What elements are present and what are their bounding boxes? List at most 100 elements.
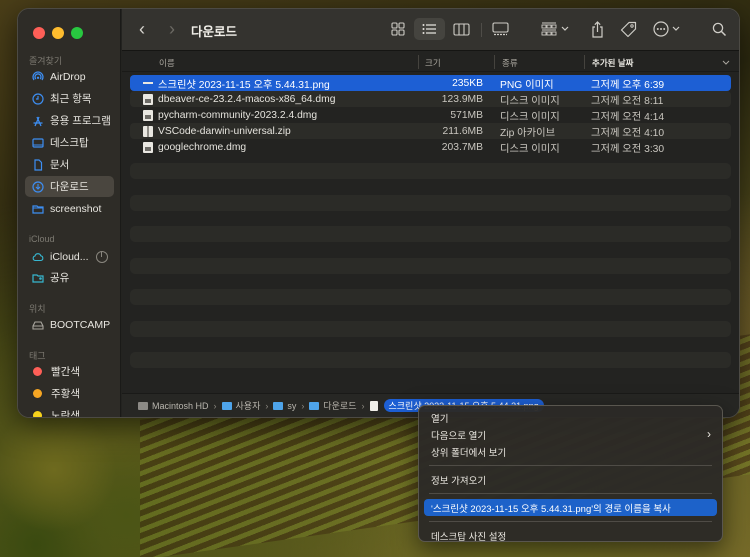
disk-image-icon — [143, 93, 153, 105]
sidebar-item-label: 응용 프로그램 — [50, 115, 111, 127]
sidebar-item-recents[interactable]: 최근 항목 — [25, 88, 114, 109]
menu-item-open[interactable]: 열기 — [424, 409, 717, 426]
menu-separator — [429, 493, 712, 494]
sidebar-item-label: 공유 — [50, 272, 70, 284]
empty-row — [130, 257, 731, 274]
column-size[interactable]: 크기 — [425, 57, 441, 69]
forward-button[interactable]: › — [169, 20, 185, 38]
file-name: googlechrome.dmg — [158, 141, 247, 153]
file-size: 123.9MB — [441, 93, 483, 105]
file-size: 571MB — [450, 109, 483, 121]
path-item-downloads[interactable]: 다운로드 — [309, 399, 357, 412]
back-button[interactable]: ‹ — [139, 20, 155, 38]
sidebar-item-label: iCloud... — [50, 250, 89, 263]
empty-row — [130, 289, 731, 305]
gallery-view-button[interactable] — [486, 18, 514, 40]
path-item-users[interactable]: 사용자 — [221, 399, 260, 412]
empty-row — [130, 352, 731, 368]
sidebar-item-downloads[interactable]: 다운로드 — [25, 176, 114, 197]
menu-item-label: '스크린샷 2023-11-15 오후 5.44.31.png'의 경로 이름을… — [431, 503, 671, 515]
file-date: 그저께 오전 3:30 — [591, 143, 665, 155]
sidebar-item-airdrop[interactable]: AirDrop — [25, 66, 114, 87]
menu-item-show-in-enclosing-folder[interactable]: 상위 폴더에서 보기 — [424, 443, 717, 460]
toolbar-divider — [481, 23, 482, 37]
menu-separator — [429, 521, 712, 522]
search-button[interactable] — [709, 18, 729, 40]
zoom-window-button[interactable] — [71, 27, 83, 39]
column-date-added[interactable]: 추가된 날짜 — [592, 57, 633, 69]
file-row[interactable]: googlechrome.dmg 203.7MB 디스크 이미지 그저께 오전 … — [130, 139, 731, 155]
path-chevron-icon: › — [265, 400, 269, 411]
menu-item-label: 다음으로 열기 — [431, 430, 487, 442]
cloud-icon — [32, 251, 44, 263]
sidebar-item-documents[interactable]: 문서 — [25, 154, 114, 175]
file-row[interactable]: VSCode-darwin-universal.zip 211.6MB Zip … — [130, 123, 731, 139]
path-item-label: 다운로드 — [323, 401, 357, 411]
tag-icon — [620, 21, 636, 37]
sidebar-item-label: 최근 항목 — [50, 93, 92, 105]
file-name: dbeaver-ce-23.2.4-macos-x86_64.dmg — [158, 93, 336, 105]
column-divider — [418, 55, 419, 69]
file-row[interactable]: 스크린샷 2023-11-15 오후 5.44.31.png 235KB PNG… — [130, 75, 731, 91]
sidebar-item-screenshot[interactable]: screenshot — [25, 198, 114, 219]
sidebar-item-tag-red[interactable]: 빨간색 — [25, 361, 114, 382]
column-divider — [494, 55, 495, 69]
search-icon — [712, 22, 726, 36]
sidebar-item-label: screenshot — [50, 202, 102, 215]
document-icon — [32, 158, 44, 171]
path-item-macintosh-hd[interactable]: Macintosh HD — [138, 401, 209, 411]
file-row[interactable]: dbeaver-ce-23.2.4-macos-x86_64.dmg 123.9… — [130, 91, 731, 107]
group-by-button[interactable] — [538, 18, 572, 40]
column-name[interactable]: 이름 — [159, 57, 175, 69]
window-controls — [33, 27, 83, 39]
file-name: pycharm-community-2023.2.4.dmg — [158, 109, 318, 121]
tag-yellow-dot-icon — [33, 411, 42, 417]
home-folder-icon — [273, 401, 284, 410]
more-actions-button[interactable] — [650, 18, 682, 40]
sidebar-item-icloud-drive[interactable]: iCloud... — [25, 246, 114, 267]
menu-item-get-info[interactable]: 정보 가져오기 — [424, 471, 717, 488]
file-name: VSCode-darwin-universal.zip — [158, 125, 291, 137]
share-button[interactable] — [587, 18, 607, 40]
sort-chevron-down-icon[interactable] — [722, 60, 730, 65]
sidebar-item-label: AirDrop — [50, 70, 86, 83]
airdrop-icon — [32, 70, 44, 83]
menu-item-set-desktop-picture[interactable]: 데스크탑 사진 설정 — [424, 527, 717, 544]
path-chevron-icon: › — [213, 400, 217, 411]
file-name: 스크린샷 2023-11-15 오후 5.44.31.png — [158, 79, 330, 91]
close-window-button[interactable] — [33, 27, 45, 39]
column-kind[interactable]: 종류 — [502, 57, 518, 69]
icloud-sync-progress-icon — [96, 250, 108, 263]
sidebar-item-shared[interactable]: 공유 — [25, 267, 114, 288]
sidebar-item-bootcamp[interactable]: BOOTCAMP — [25, 314, 114, 335]
sidebar-item-tag-orange[interactable]: 주황색 — [25, 383, 114, 404]
icon-view-button[interactable] — [386, 18, 410, 40]
sidebar-item-desktop[interactable]: 데스크탑 — [25, 132, 114, 153]
shared-folder-icon — [32, 272, 44, 284]
file-date: 그저께 오후 6:39 — [591, 79, 665, 91]
empty-row — [130, 320, 731, 337]
file-kind: PNG 이미지 — [500, 79, 554, 91]
menu-item-open-with[interactable]: 다음으로 열기 › — [424, 426, 717, 443]
file-size: 211.6MB — [442, 125, 483, 137]
file-row[interactable]: pycharm-community-2023.2.4.dmg 571MB 디스크… — [130, 107, 731, 123]
share-icon — [591, 20, 603, 38]
sidebar-item-tag-yellow[interactable]: 노란색 — [25, 405, 114, 418]
file-size: 235KB — [452, 77, 483, 89]
zip-archive-icon — [143, 125, 153, 137]
column-view-button[interactable] — [448, 18, 474, 40]
sidebar: 즐겨찾기 AirDrop 최근 항목 응용 프로그램 데스크탑 문서 다운로드 … — [18, 9, 121, 417]
menu-item-copy-pathname[interactable]: '스크린샷 2023-11-15 오후 5.44.31.png'의 경로 이름을… — [424, 499, 717, 516]
tags-button[interactable] — [617, 18, 639, 40]
disk-image-icon — [143, 109, 153, 121]
sidebar-item-applications[interactable]: 응용 프로그램 — [25, 110, 114, 131]
folder-icon — [221, 401, 232, 410]
sidebar-item-label: 문서 — [50, 159, 70, 171]
path-item-sy[interactable]: sy — [273, 401, 296, 411]
file-list: 스크린샷 2023-11-15 오후 5.44.31.png 235KB PNG… — [130, 75, 731, 155]
menu-separator — [429, 465, 712, 466]
sidebar-item-label: 노란색 — [51, 410, 80, 418]
path-item-label: sy — [287, 400, 297, 411]
list-view-button[interactable] — [414, 18, 445, 40]
minimize-window-button[interactable] — [52, 27, 64, 39]
